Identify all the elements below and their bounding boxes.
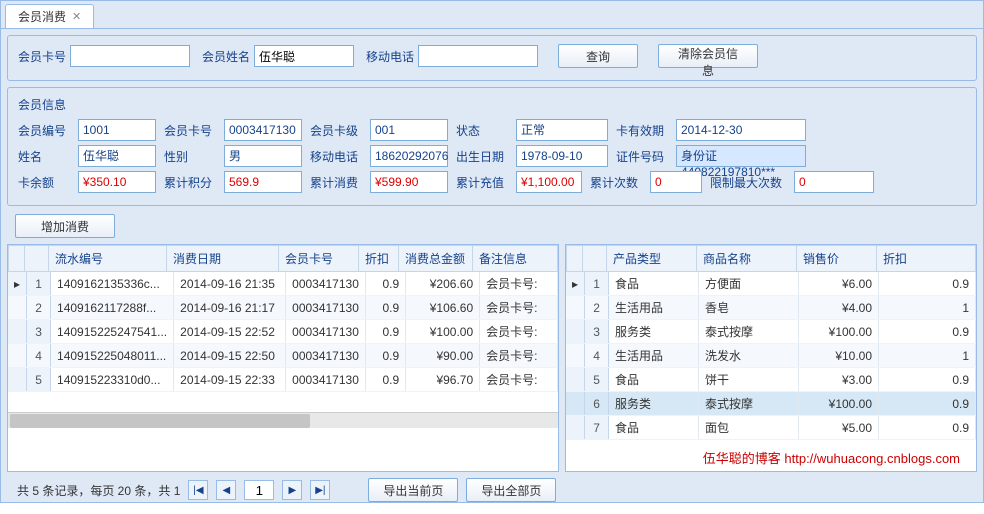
field-max-count: 0	[794, 171, 874, 193]
label-level: 会员卡级	[310, 122, 366, 139]
product-grid: 产品类型 商品名称 销售价 折扣 ▸1食品方便面¥6.000.92生活用品香皂¥…	[565, 244, 977, 472]
clear-button[interactable]: 清除会员信息	[658, 44, 758, 68]
col-rownum2	[583, 246, 607, 272]
label-name2: 姓名	[18, 148, 74, 165]
label-member-name: 会员姓名	[202, 48, 250, 65]
col-price[interactable]: 销售价	[797, 246, 877, 272]
col-product[interactable]: 商品名称	[697, 246, 797, 272]
table-row[interactable]: 2生活用品香皂¥4.001	[566, 296, 976, 320]
field-card-no: 0003417130	[224, 119, 302, 141]
table-row[interactable]: 5140915223310d0...2014-09-15 22:33000341…	[8, 368, 558, 392]
label-max-count: 限制最大次数	[710, 174, 790, 191]
label-card-no: 会员卡号	[18, 48, 66, 65]
col-type[interactable]: 产品类型	[607, 246, 697, 272]
page-input[interactable]	[244, 480, 274, 500]
export-all-button[interactable]: 导出全部页	[466, 478, 556, 502]
field-birth: 1978-09-10	[516, 145, 608, 167]
member-info-panel: 会员信息 会员编号 1001 会员卡号 0003417130 会员卡级 001 …	[7, 87, 977, 206]
tab-bar: 会员消费 ✕	[1, 1, 983, 29]
field-member-id: 1001	[78, 119, 156, 141]
field-status: 正常	[516, 119, 608, 141]
first-page-button[interactable]: |◀	[188, 480, 208, 500]
panel-title: 会员信息	[18, 96, 966, 113]
app-window: 会员消费 ✕ 会员卡号 会员姓名 移动电话 查询 清除会员信息 会员信息 会员编…	[0, 0, 984, 503]
field-total-consume: ¥599.90	[370, 171, 448, 193]
content-area: 会员卡号 会员姓名 移动电话 查询 清除会员信息 会员信息 会员编号 1001 …	[1, 29, 983, 514]
col-date[interactable]: 消费日期	[167, 246, 279, 272]
field-level: 001	[370, 119, 448, 141]
label-card-no2: 会员卡号	[164, 122, 220, 139]
field-total-recharge: ¥1,100.00	[516, 171, 582, 193]
label-phone: 移动电话	[366, 48, 414, 65]
search-panel: 会员卡号 会员姓名 移动电话 查询 清除会员信息	[7, 35, 977, 81]
pager-info: 共 5 条记录，每页 20 条，共 1	[17, 482, 180, 499]
field-name: 伍华聪	[78, 145, 156, 167]
next-page-button[interactable]: ▶	[282, 480, 302, 500]
table-row[interactable]: ▸11409162135336c...2014-09-16 21:3500034…	[8, 272, 558, 296]
col-card[interactable]: 会员卡号	[279, 246, 359, 272]
label-total-recharge: 累计充值	[456, 174, 512, 191]
table-row[interactable]: 3140915225247541...2014-09-15 22:5200034…	[8, 320, 558, 344]
label-phone2: 移动电话	[310, 148, 366, 165]
blog-link[interactable]: http://wuhuacong.cnblogs.com	[784, 451, 960, 466]
consume-grid: 流水编号 消费日期 会员卡号 折扣 消费总金额 备注信息 ▸1140916213…	[7, 244, 559, 472]
table-row[interactable]: 4140915225048011...2014-09-15 22:5000034…	[8, 344, 558, 368]
table-row[interactable]: 6服务类泰式按摩¥100.000.9	[566, 392, 976, 416]
label-valid: 卡有效期	[616, 122, 672, 139]
blog-label: 伍华聪的博客	[703, 451, 785, 466]
field-phone: 18620292076	[370, 145, 448, 167]
table-row[interactable]: 5食品饼干¥3.000.9	[566, 368, 976, 392]
h-scrollbar-left[interactable]	[8, 412, 558, 428]
add-consume-button[interactable]: 增加消费	[15, 214, 115, 238]
table-row[interactable]: ▸1食品方便面¥6.000.9	[566, 272, 976, 296]
table-row[interactable]: 4生活用品洗发水¥10.001	[566, 344, 976, 368]
close-icon[interactable]: ✕	[72, 10, 81, 23]
field-valid: 2014-12-30	[676, 119, 806, 141]
label-id: 证件号码	[616, 148, 672, 165]
phone-input[interactable]	[418, 45, 538, 67]
col-amount[interactable]: 消费总金额	[399, 246, 473, 272]
field-total-count: 0	[650, 171, 702, 193]
label-gender: 性别	[164, 148, 220, 165]
col-disc[interactable]: 折扣	[359, 246, 399, 272]
tab-member-consume[interactable]: 会员消费 ✕	[5, 4, 94, 28]
field-points: 569.9	[224, 171, 302, 193]
col-serial[interactable]: 流水编号	[49, 246, 167, 272]
table-row[interactable]: 7食品面包¥5.000.9	[566, 416, 976, 440]
table-row[interactable]: 21409162117288f...2014-09-16 21:17000341…	[8, 296, 558, 320]
label-total-count: 累计次数	[590, 174, 646, 191]
label-balance: 卡余额	[18, 174, 74, 191]
last-page-button[interactable]: ▶|	[310, 480, 330, 500]
card-no-input[interactable]	[70, 45, 190, 67]
member-name-input[interactable]	[254, 45, 354, 67]
col-ptr2	[567, 246, 583, 272]
label-birth: 出生日期	[456, 148, 512, 165]
prev-page-button[interactable]: ◀	[216, 480, 236, 500]
table-row[interactable]: 3服务类泰式按摩¥100.000.9	[566, 320, 976, 344]
label-status: 状态	[456, 122, 512, 139]
label-points: 累计积分	[164, 174, 220, 191]
field-gender: 男	[224, 145, 302, 167]
export-current-button[interactable]: 导出当前页	[368, 478, 458, 502]
label-total-consume: 累计消费	[310, 174, 366, 191]
field-id: 身份证440822197810***	[676, 145, 806, 167]
col-memo[interactable]: 备注信息	[473, 246, 558, 272]
query-button[interactable]: 查询	[558, 44, 638, 68]
col-ptr	[9, 246, 25, 272]
blog-link-wrap: 伍华聪的博客 http://wuhuacong.cnblogs.com	[566, 444, 976, 471]
col-rownum	[25, 246, 49, 272]
label-member-id: 会员编号	[18, 122, 74, 139]
field-balance: ¥350.10	[78, 171, 156, 193]
tab-label: 会员消费	[18, 8, 66, 25]
col-disc2[interactable]: 折扣	[877, 246, 976, 272]
